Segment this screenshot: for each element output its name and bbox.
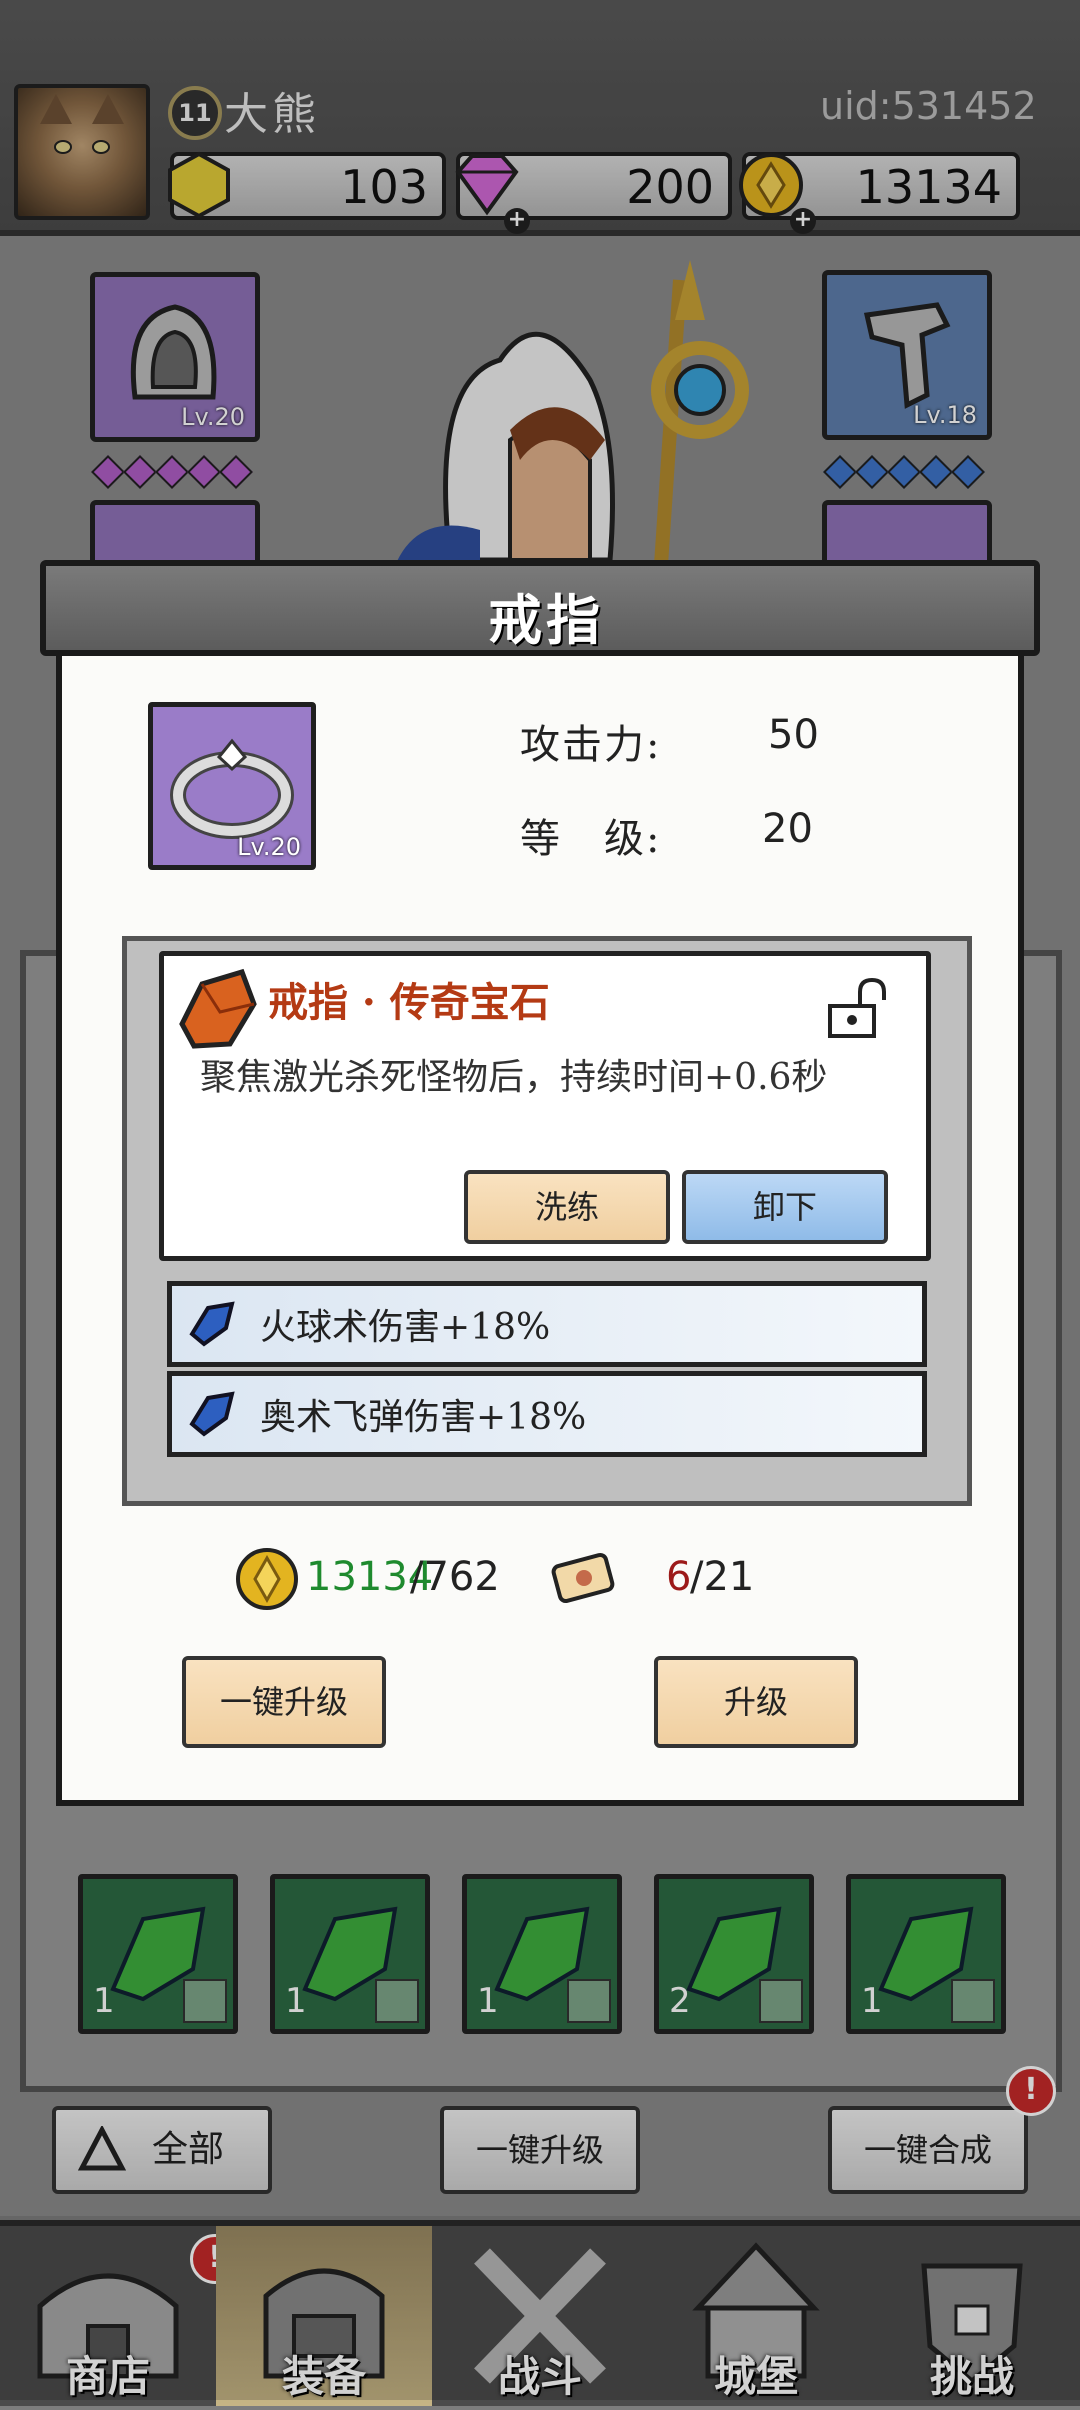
level-label: 等 级: [520, 816, 662, 862]
scroll-required: /21 [690, 1554, 755, 1600]
scroll-icon [551, 1552, 615, 1604]
blue-gem-icon [189, 1301, 235, 1347]
dialog-upgrade-button[interactable]: 升级 [654, 1656, 858, 1748]
blue-gem-icon [189, 1391, 235, 1437]
attack-value: 50 [768, 712, 819, 758]
gem-panel: 戒指 · 传奇宝石 聚焦激光杀死怪物后，持续时间+0.6秒 洗练 卸下 火球术伤… [122, 936, 972, 1506]
dialog-title: 戒指 [488, 588, 604, 652]
attack-label: 攻击力: [520, 722, 662, 768]
item-level: Lv.20 [237, 833, 301, 861]
affix-row: 火球术伤害+18% [167, 1281, 927, 1367]
item-icon: Lv.20 [148, 702, 316, 870]
affix-text: 火球术伤害+18% [260, 1307, 551, 1348]
unequip-button[interactable]: 卸下 [682, 1170, 888, 1244]
affix-row: 奥术飞弹伤害+18% [167, 1371, 927, 1457]
dialog-header: 戒指 [40, 560, 1040, 656]
affix-text: 奥术飞弹伤害+18% [260, 1397, 587, 1438]
reforge-button[interactable]: 洗练 [464, 1170, 670, 1244]
gem-title: 戒指 · 传奇宝石 [268, 979, 550, 1026]
unlock-icon[interactable] [824, 976, 888, 1040]
item-detail-dialog: 戒指 Lv.20 攻击力: 50 等 级: 20 戒指 · 传奇宝石 聚焦激光杀… [40, 560, 1040, 1820]
coin-required: /762 [410, 1554, 500, 1600]
scroll-owned: 6 [666, 1554, 692, 1600]
dialog-upgrade-all-button[interactable]: 一键升级 [182, 1656, 386, 1748]
coin-icon [236, 1548, 298, 1610]
level-value: 20 [762, 806, 813, 852]
legendary-gem-card: 戒指 · 传奇宝石 聚焦激光杀死怪物后，持续时间+0.6秒 洗练 卸下 [159, 951, 931, 1261]
legendary-gem-icon [179, 968, 257, 1049]
gem-description: 聚焦激光杀死怪物后，持续时间+0.6秒 [200, 1057, 828, 1098]
